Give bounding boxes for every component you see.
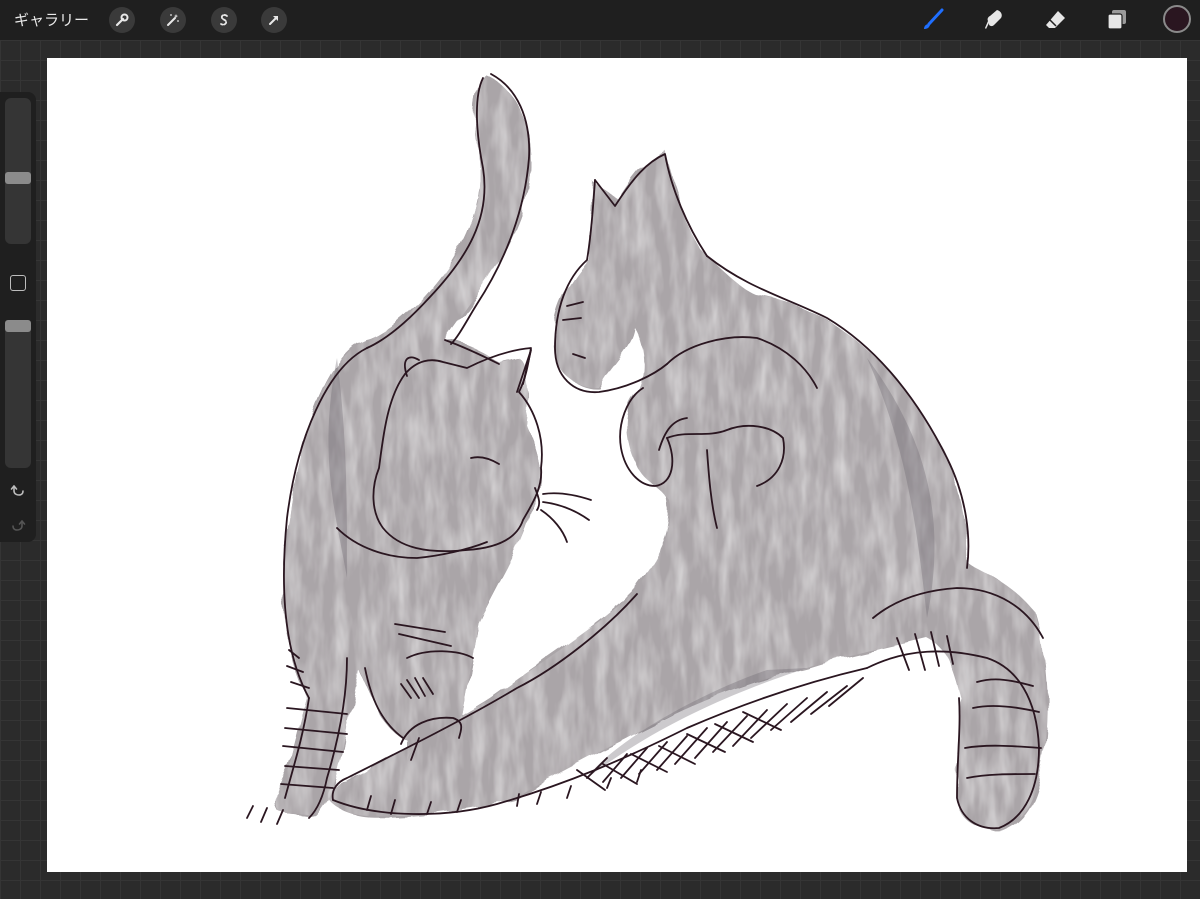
opacity-thumb[interactable] [5,320,31,332]
layers-icon[interactable] [1102,5,1132,35]
left-sidebar [0,92,36,542]
drawing-canvas[interactable] [47,58,1187,872]
wrench-icon[interactable] [109,7,135,33]
modify-square-button[interactable] [10,275,26,291]
smudge-icon[interactable] [979,5,1009,35]
arrow-cursor-icon[interactable] [261,7,287,33]
cat-sketch-illustration [246,73,1048,830]
redo-icon[interactable] [8,515,28,535]
eraser-icon[interactable] [1041,5,1071,35]
brush-icon[interactable] [918,5,948,35]
magic-wand-icon[interactable] [160,7,186,33]
color-swatch[interactable] [1163,5,1191,33]
top-toolbar: ギャラリー [0,0,1200,40]
brush-size-thumb[interactable] [5,172,31,184]
gallery-button[interactable]: ギャラリー [14,10,89,30]
brush-size-slider[interactable] [5,98,31,244]
selection-s-icon[interactable] [211,7,237,33]
undo-icon[interactable] [8,480,28,500]
opacity-slider[interactable] [5,320,31,468]
